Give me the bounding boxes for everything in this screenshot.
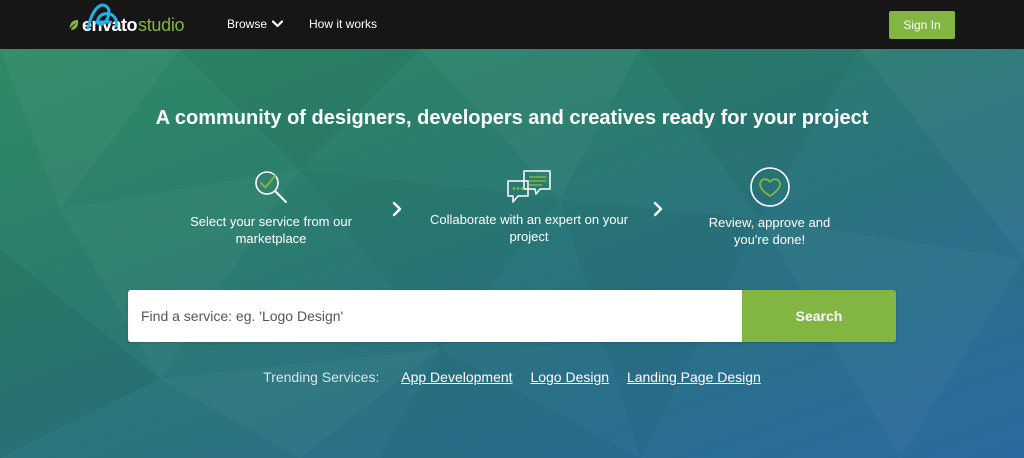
page: envato studio Browse How it works Sign I… — [0, 0, 1024, 458]
hero-section: A community of designers, developers and… — [0, 49, 1024, 458]
chevron-right-icon — [392, 201, 402, 217]
trending-services: Trending Services: App Development Logo … — [0, 369, 1024, 385]
service-search-input[interactable] — [128, 290, 742, 342]
search-button[interactable]: Search — [742, 290, 896, 342]
chat-bubbles-icon — [507, 170, 551, 203]
leaf-icon — [69, 20, 79, 30]
nav-browse-menu[interactable]: Browse — [227, 17, 284, 31]
trending-link-logo-design[interactable]: Logo Design — [530, 369, 609, 385]
nav-how-it-works-link[interactable]: How it works — [309, 17, 377, 31]
logo-studio-text: studio — [138, 14, 185, 35]
trending-link-landing-page-design[interactable]: Landing Page Design — [627, 369, 761, 385]
brand-mark-icon — [86, 3, 118, 30]
step-review-approve-label: Review, approve and you're done! — [708, 215, 831, 247]
trending-link-app-development[interactable]: App Development — [401, 369, 512, 385]
step-review-approve: Review, approve and you're done! — [692, 166, 847, 248]
chevron-down-icon — [272, 20, 284, 28]
envato-studio-logo[interactable]: envato studio — [68, 3, 185, 37]
step-collaborate-label: Collaborate with an expert on your proje… — [430, 212, 629, 244]
hero-headline: A community of designers, developers and… — [155, 107, 869, 129]
service-search-bar: Search — [128, 290, 896, 342]
step-select-service: Select your service from our marketplace — [176, 167, 366, 247]
nav-browse-label: Browse — [227, 17, 268, 31]
step-select-service-label: Select your service from our marketplace — [190, 214, 352, 246]
chevron-right-icon — [653, 201, 663, 217]
trending-label: Trending Services: — [263, 369, 380, 385]
search-check-icon — [255, 171, 287, 203]
heart-circle-icon — [749, 167, 790, 207]
top-navbar: envato studio Browse How it works Sign I… — [0, 0, 1024, 49]
step-collaborate: Collaborate with an expert on your proje… — [430, 169, 628, 245]
sign-in-button[interactable]: Sign In — [889, 11, 955, 39]
